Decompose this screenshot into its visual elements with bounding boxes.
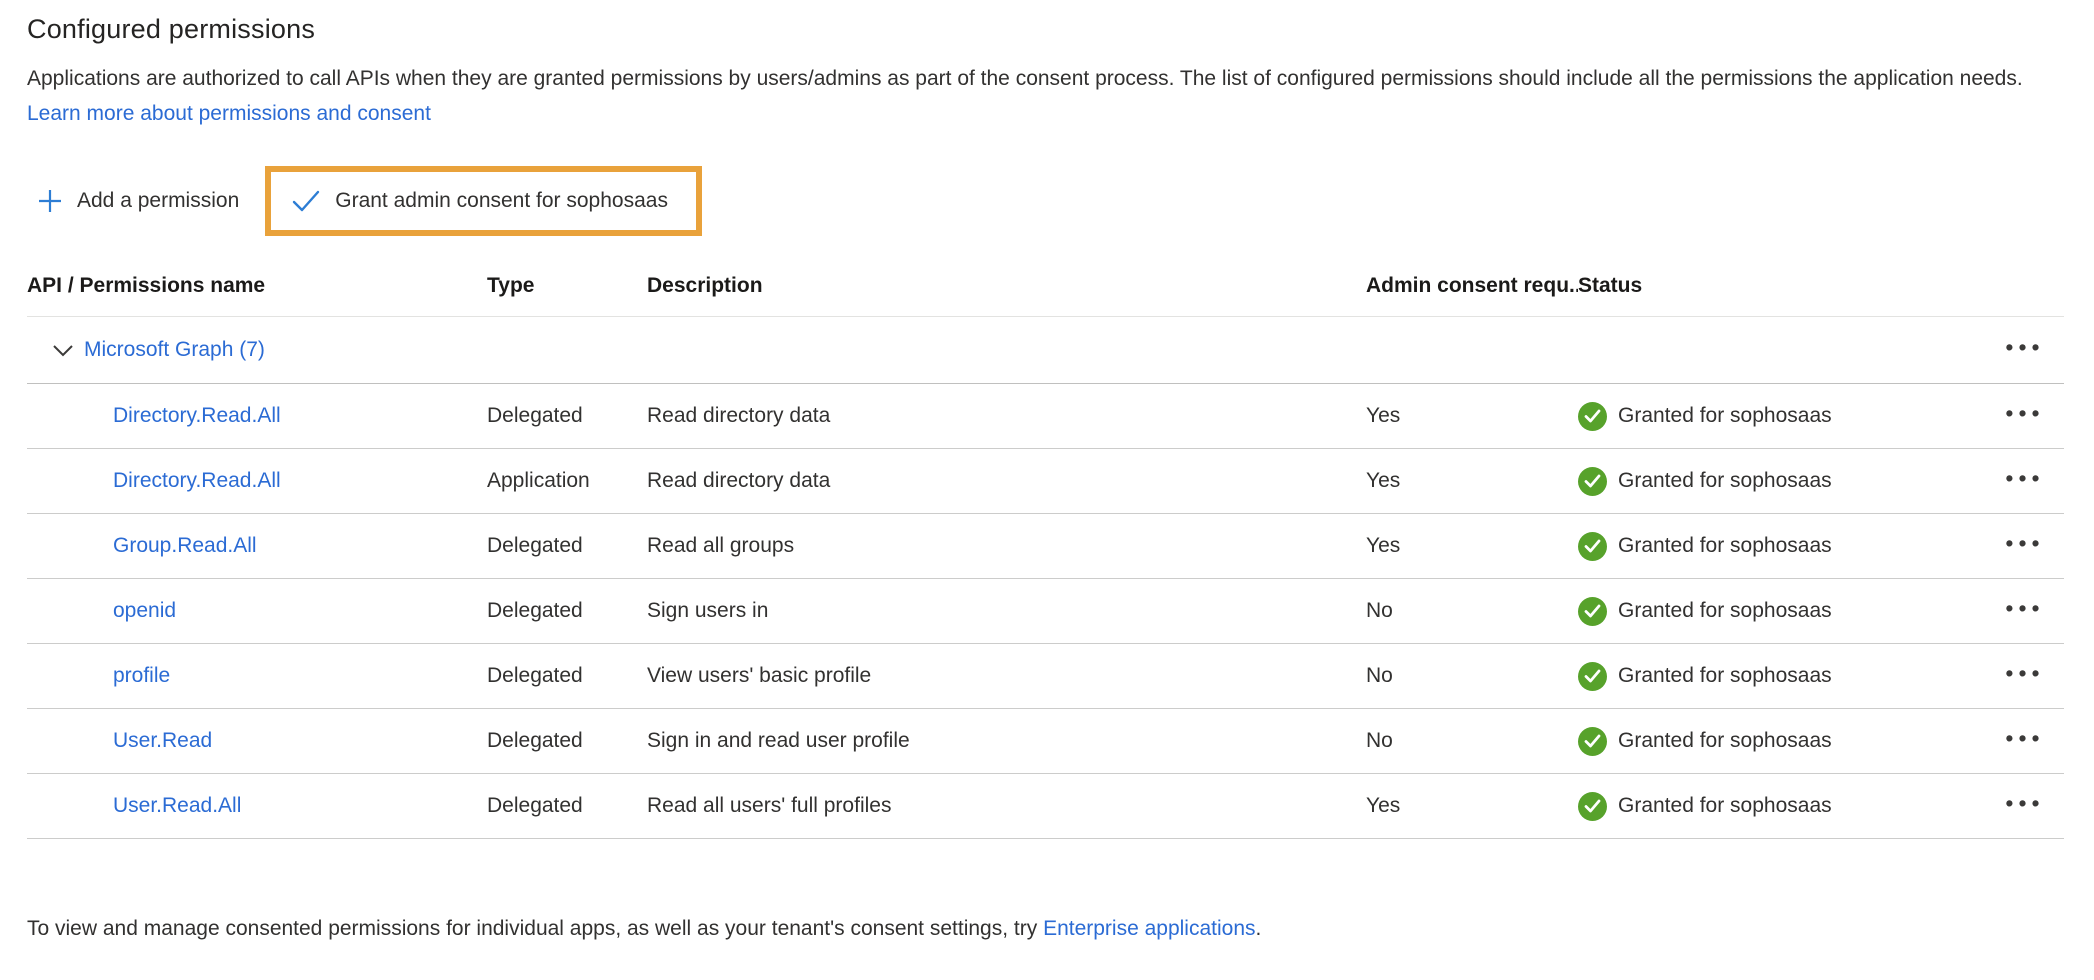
- chevron-down-icon[interactable]: [52, 344, 74, 357]
- permission-link[interactable]: Directory.Read.All: [113, 404, 281, 427]
- granted-check-icon: [1578, 792, 1607, 821]
- annotation-highlight-box: Grant admin consent for sophosaas: [265, 166, 702, 236]
- permission-type: Application: [487, 469, 647, 493]
- status-badge: Granted for sophosaas: [1578, 792, 1990, 821]
- permission-description: Read directory data: [647, 404, 1366, 428]
- row-menu-button[interactable]: •••: [1990, 400, 2060, 433]
- admin-consent-required-value: Yes: [1366, 534, 1578, 558]
- toolbar: Add a permission Grant admin consent for…: [27, 165, 2064, 237]
- header-admin-consent-required: Admin consent requ...: [1366, 274, 1578, 298]
- permissions-table: API / Permissions name Type Description …: [27, 255, 2064, 839]
- table-row: User.Read Delegated Sign in and read use…: [27, 709, 2064, 774]
- permission-description: Read all groups: [647, 534, 1366, 558]
- permission-link[interactable]: openid: [113, 599, 176, 622]
- permission-description: Sign in and read user profile: [647, 729, 1366, 753]
- permission-description: Read all users' full profiles: [647, 794, 1366, 818]
- status-badge: Granted for sophosaas: [1578, 597, 1990, 626]
- page-title: Configured permissions: [27, 14, 2064, 45]
- permission-description: Sign users in: [647, 599, 1366, 623]
- configured-permissions-panel: Configured permissions Applications are …: [0, 0, 2094, 941]
- table-row: User.Read.All Delegated Read all users' …: [27, 774, 2064, 839]
- admin-consent-required-value: Yes: [1366, 404, 1578, 428]
- admin-consent-required-value: No: [1366, 729, 1578, 753]
- granted-check-icon: [1578, 467, 1607, 496]
- granted-check-icon: [1578, 597, 1607, 626]
- enterprise-applications-link[interactable]: Enterprise applications: [1043, 917, 1255, 940]
- page-description-text: Applications are authorized to call APIs…: [27, 67, 2023, 90]
- learn-more-link[interactable]: Learn more about permissions and consent: [27, 102, 431, 125]
- api-group-row: Microsoft Graph (7) •••: [27, 317, 2064, 384]
- permission-link[interactable]: User.Read.All: [113, 794, 241, 817]
- admin-consent-required-value: No: [1366, 664, 1578, 688]
- table-row: openid Delegated Sign users in No Grante…: [27, 579, 2064, 644]
- row-menu-button[interactable]: •••: [1990, 790, 2060, 823]
- grant-admin-consent-button[interactable]: Grant admin consent for sophosaas: [281, 180, 678, 222]
- plus-icon: [37, 188, 63, 214]
- permission-type: Delegated: [487, 599, 647, 623]
- grant-admin-consent-label: Grant admin consent for sophosaas: [335, 189, 668, 213]
- permission-link[interactable]: Group.Read.All: [113, 534, 257, 557]
- api-group-link[interactable]: Microsoft Graph (7): [84, 338, 265, 362]
- status-badge: Granted for sophosaas: [1578, 727, 1990, 756]
- admin-consent-required-value: No: [1366, 599, 1578, 623]
- header-description: Description: [647, 274, 1366, 298]
- footer-text: To view and manage consented permissions…: [27, 917, 1043, 940]
- header-type: Type: [487, 274, 647, 298]
- status-text: Granted for sophosaas: [1618, 729, 1832, 753]
- checkmark-icon: [291, 188, 321, 214]
- permission-type: Delegated: [487, 534, 647, 558]
- status-text: Granted for sophosaas: [1618, 469, 1832, 493]
- group-row-menu-button[interactable]: •••: [1990, 334, 2060, 367]
- row-menu-button[interactable]: •••: [1990, 465, 2060, 498]
- footer-period: .: [1256, 917, 1262, 940]
- row-menu-button[interactable]: •••: [1990, 595, 2060, 628]
- add-permission-button[interactable]: Add a permission: [27, 180, 249, 222]
- granted-check-icon: [1578, 402, 1607, 431]
- permission-link[interactable]: profile: [113, 664, 170, 687]
- row-menu-button[interactable]: •••: [1990, 725, 2060, 758]
- status-badge: Granted for sophosaas: [1578, 467, 1990, 496]
- admin-consent-required-value: Yes: [1366, 469, 1578, 493]
- row-menu-button[interactable]: •••: [1990, 660, 2060, 693]
- row-menu-button[interactable]: •••: [1990, 530, 2060, 563]
- permission-link[interactable]: Directory.Read.All: [113, 469, 281, 492]
- status-text: Granted for sophosaas: [1618, 404, 1832, 428]
- permission-type: Delegated: [487, 664, 647, 688]
- add-permission-label: Add a permission: [77, 189, 239, 213]
- permission-link[interactable]: User.Read: [113, 729, 212, 752]
- footer-note: To view and manage consented permissions…: [27, 917, 2064, 941]
- permission-type: Delegated: [487, 794, 647, 818]
- granted-check-icon: [1578, 727, 1607, 756]
- admin-consent-required-value: Yes: [1366, 794, 1578, 818]
- table-row: Directory.Read.All Application Read dire…: [27, 449, 2064, 514]
- header-api-permissions-name: API / Permissions name: [27, 274, 487, 298]
- status-text: Granted for sophosaas: [1618, 794, 1832, 818]
- status-text: Granted for sophosaas: [1618, 534, 1832, 558]
- status-text: Granted for sophosaas: [1618, 664, 1832, 688]
- permission-description: Read directory data: [647, 469, 1366, 493]
- permission-type: Delegated: [487, 729, 647, 753]
- status-badge: Granted for sophosaas: [1578, 402, 1990, 431]
- header-status: Status: [1578, 274, 1990, 298]
- page-description: Applications are authorized to call APIs…: [27, 61, 2064, 131]
- permission-description: View users' basic profile: [647, 664, 1366, 688]
- status-badge: Granted for sophosaas: [1578, 532, 1990, 561]
- table-row: Group.Read.All Delegated Read all groups…: [27, 514, 2064, 579]
- granted-check-icon: [1578, 532, 1607, 561]
- permission-type: Delegated: [487, 404, 647, 428]
- table-header-row: API / Permissions name Type Description …: [27, 255, 2064, 317]
- table-row: profile Delegated View users' basic prof…: [27, 644, 2064, 709]
- status-text: Granted for sophosaas: [1618, 599, 1832, 623]
- table-row: Directory.Read.All Delegated Read direct…: [27, 384, 2064, 449]
- granted-check-icon: [1578, 662, 1607, 691]
- status-badge: Granted for sophosaas: [1578, 662, 1990, 691]
